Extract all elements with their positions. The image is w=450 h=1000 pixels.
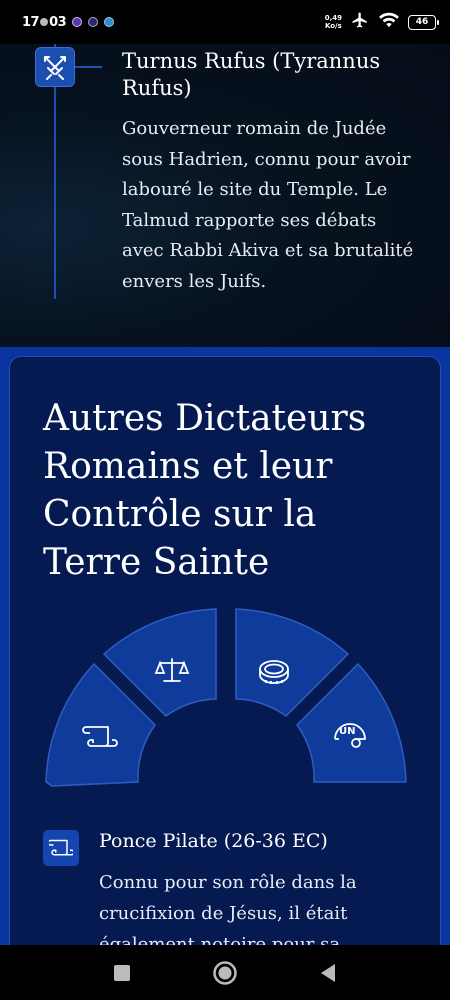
recent-apps-button[interactable] — [102, 953, 142, 993]
dictators-section: Autres Dictateurs Romains et leur Contrô… — [0, 347, 450, 956]
notification-app-icon-3 — [104, 17, 115, 27]
dictators-card: Autres Dictateurs Romains et leur Contrô… — [9, 356, 441, 956]
moon-icon — [40, 17, 49, 26]
home-button[interactable] — [205, 953, 245, 993]
section-title: Autres Dictateurs Romains et leur Contrô… — [43, 398, 367, 583]
battery-level: 46 — [415, 17, 429, 27]
timeline-section: Turnus Rufus (Tyrannus Rufus) Gouverneur… — [0, 44, 450, 347]
status-time-minutes: 03 — [49, 14, 67, 30]
battery-indicator: 46 — [408, 14, 439, 30]
entry-title: Turnus Rufus (Tyrannus Rufus) — [122, 49, 381, 100]
item-description: Connu pour son rôle dans la crucifixion … — [99, 872, 357, 955]
square-icon — [113, 964, 130, 981]
entry-description: Gouverneur romain de Judée sous Hadrien,… — [122, 118, 414, 292]
circle-icon — [213, 960, 237, 985]
airplane-mode-icon — [350, 11, 370, 33]
navigation-bar — [0, 945, 450, 1000]
triangle-back-icon — [321, 963, 336, 982]
status-time: 17 03 — [22, 14, 67, 30]
item-title: Ponce Pilate (26-36 EC) — [99, 830, 328, 852]
wifi-icon — [378, 11, 400, 33]
crossed-swords-icon — [35, 47, 75, 87]
status-left: 17 03 — [22, 14, 115, 30]
network-speed-value: 0,49 — [324, 14, 342, 22]
status-bar: 17 03 0,49 Ko/s 46 — [0, 0, 450, 44]
status-time-hours: 17 — [22, 14, 40, 30]
scroll-icon — [43, 830, 79, 866]
timeline-connector — [74, 66, 102, 68]
network-speed: 0,49 Ko/s — [325, 14, 342, 30]
notification-app-icon — [72, 17, 83, 27]
notification-app-icon-2 — [88, 17, 99, 27]
network-speed-unit: Ko/s — [324, 22, 342, 30]
status-right: 0,49 Ko/s 46 — [325, 11, 439, 33]
svg-text:UN: UN — [339, 726, 356, 737]
fan-menu: UN — [45, 608, 407, 787]
back-button[interactable] — [308, 953, 348, 993]
